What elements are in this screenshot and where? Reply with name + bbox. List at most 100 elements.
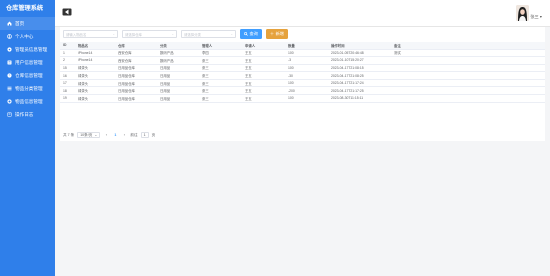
- table-cell: 绿茶头: [75, 94, 115, 103]
- sidebar-item-7[interactable]: 物品信息管理: [0, 95, 55, 108]
- table-header: ID 物品名 仓库 分类 管理人 申请人 数量 操作时间 备注: [60, 42, 545, 50]
- prev-page-button[interactable]: ‹: [103, 132, 109, 138]
- chevron-down-icon: ⌄: [94, 133, 98, 137]
- column-header[interactable]: 物品名: [75, 42, 115, 50]
- sidebar-item-label: 物品分类管理: [15, 85, 43, 91]
- goto-label: 前往: [130, 132, 138, 137]
- table-cell: -200: [285, 86, 328, 96]
- sidebar-item-5[interactable]: ? 仓库信息管理: [0, 69, 55, 82]
- goto-page-input[interactable]: 1: [140, 132, 149, 138]
- table-cell: 1: [60, 49, 75, 58]
- question-icon: ?: [6, 73, 12, 79]
- table-cell: 100: [285, 64, 328, 73]
- table-cell: 绿茶头: [75, 86, 115, 96]
- table-cell: [391, 64, 545, 73]
- table-cell: 2023-04-17T21:08:25: [328, 71, 391, 80]
- sidebar: 仓库管理系统 首页个人中心管理员信息管理 用户信息管理 ? 仓库信息管理物品分类管理物…: [0, 0, 55, 276]
- user-icon: [6, 34, 12, 40]
- table-cell: 2023-04-17T21:17:24: [328, 79, 391, 88]
- table-cell: 100: [285, 49, 328, 58]
- column-header[interactable]: 数量: [285, 42, 328, 50]
- column-header[interactable]: 备注: [391, 42, 545, 50]
- filter-bar: 请输入物品名 ⌄ 请选择仓库 ⌄ 请选择分类 ⌄ 查询 ＋ 新增: [63, 29, 292, 39]
- box-icon: [6, 99, 12, 105]
- table-cell: [391, 86, 545, 96]
- table-cell: [391, 56, 545, 65]
- pagination: 共 7 条 10条/页 ⌄ ‹ 1 › 前往 1 页: [63, 132, 155, 138]
- table-cell: 王五: [242, 79, 285, 88]
- page-size-select[interactable]: 10条/页 ⌄: [77, 132, 101, 138]
- table-cell: 王五: [242, 56, 285, 65]
- column-header[interactable]: 管理人: [199, 42, 242, 50]
- table-cell: 日用品: [157, 79, 199, 88]
- category-select[interactable]: 请选择分类 ⌄: [181, 30, 236, 38]
- chevron-down-icon: ⌄: [230, 32, 233, 36]
- avatar[interactable]: [516, 5, 530, 21]
- table-cell: 张三: [199, 64, 242, 73]
- table-row[interactable]: 16 绿茶头 日用品仓库 日用品 张三 王五 -30 2023-04-17T21:08:25: [60, 71, 545, 80]
- sidebar-item-label: 首页: [15, 20, 25, 26]
- table-row[interactable]: 18 绿茶头 日用品仓库 日用品 张三 王五 -200 2023-04-17T21:17:25: [60, 86, 545, 96]
- chevron-down-icon: ⌄: [112, 32, 115, 36]
- item-name-input[interactable]: 请输入物品名 ⌄: [63, 30, 118, 38]
- table-cell: 张三: [199, 71, 242, 80]
- table-row[interactable]: 17 绿茶头 日用品仓库 日用品 张三 王五 100 2023-04-17T21:17:24: [60, 79, 545, 88]
- column-header[interactable]: 分类: [157, 42, 199, 50]
- add-button[interactable]: ＋ 新增: [265, 29, 288, 39]
- table-cell: 王五: [242, 64, 285, 73]
- sidebar-item-1[interactable]: 首页: [0, 17, 55, 30]
- table-cell: -3: [285, 56, 328, 65]
- table-cell: 100: [285, 79, 328, 88]
- sidebar-item-8[interactable]: 操作日志: [0, 108, 55, 121]
- table-cell: 日用品仓库: [115, 86, 157, 96]
- table-cell: 西安仓库: [115, 56, 157, 65]
- query-button[interactable]: 查询: [240, 29, 262, 39]
- table-cell: 张三: [199, 86, 242, 96]
- table-row[interactable]: 15 绿茶头 日用品仓库 日用品 张三 王五 100 2023-04-17T21:08:15: [60, 64, 545, 73]
- collapse-menu-icon[interactable]: [62, 7, 72, 17]
- chevron-down-icon: ⌄: [171, 32, 174, 36]
- sidebar-item-2[interactable]: 个人中心: [0, 30, 55, 43]
- table-row[interactable]: 2 iPhone14 西安仓库 数码产品 张三 王五 -3 2023-01-10T15:20:…: [60, 56, 545, 65]
- log-icon: [6, 112, 12, 118]
- table-cell: 日用品仓库: [115, 94, 157, 103]
- table-cell: iPhone14: [75, 56, 115, 65]
- total-count: 共 7 条: [63, 132, 75, 137]
- table-cell: 16: [60, 71, 75, 80]
- column-header[interactable]: ID: [60, 42, 75, 50]
- table-cell: 2023-04-17T21:17:25: [328, 86, 391, 96]
- next-page-button[interactable]: ›: [121, 132, 127, 138]
- column-header[interactable]: 操作时间: [328, 42, 391, 50]
- table-cell: 数码产品: [157, 56, 199, 65]
- sidebar-item-4[interactable]: 用户信息管理: [0, 56, 55, 69]
- user-menu[interactable]: 张三 ▾: [516, 5, 542, 21]
- table-cell: 绿茶头: [75, 79, 115, 88]
- column-header[interactable]: 申请人: [242, 42, 285, 50]
- table-cell: 王五: [242, 49, 285, 58]
- table-cell: 日用品仓库: [115, 71, 157, 80]
- table-cell: 2: [60, 56, 75, 65]
- app-title: 仓库管理系统: [6, 5, 44, 12]
- sidebar-item-label: 用户信息管理: [15, 59, 43, 65]
- sidebar-item-label: 管理员信息管理: [15, 46, 48, 52]
- column-header[interactable]: 仓库: [115, 42, 157, 50]
- table-cell: 张三: [199, 79, 242, 88]
- users-icon: [6, 60, 12, 66]
- sidebar-item-label: 物品信息管理: [15, 98, 43, 104]
- search-icon: [244, 31, 248, 37]
- table-cell: 王五: [242, 71, 285, 80]
- sidebar-item-3[interactable]: 管理员信息管理: [0, 43, 55, 56]
- table-row[interactable]: 19 绿茶头 日用品仓库 日用品 张三 王五 100 2023-08-30T11:15:11: [60, 94, 545, 103]
- chevron-down-icon: ▾: [539, 14, 542, 19]
- table-card: 请输入物品名 ⌄ 请选择仓库 ⌄ 请选择分类 ⌄ 查询 ＋ 新增 ID 物品名 …: [60, 27, 545, 141]
- table-row[interactable]: 1 iPhone14 西安仓库 数码产品 李四 王五 100 2023-01-05T20:46…: [60, 49, 545, 58]
- sidebar-item-6[interactable]: 物品分类管理: [0, 82, 55, 95]
- table-cell: 2023-04-17T21:08:15: [328, 64, 391, 73]
- username[interactable]: 张三 ▾: [530, 14, 542, 20]
- page-number[interactable]: 1: [112, 132, 118, 138]
- home-icon: [6, 21, 12, 27]
- table-cell: 绿茶头: [75, 64, 115, 73]
- table-cell: 日用品: [157, 64, 199, 73]
- warehouse-select[interactable]: 请选择仓库 ⌄: [122, 30, 177, 38]
- table-cell: 15: [60, 64, 75, 73]
